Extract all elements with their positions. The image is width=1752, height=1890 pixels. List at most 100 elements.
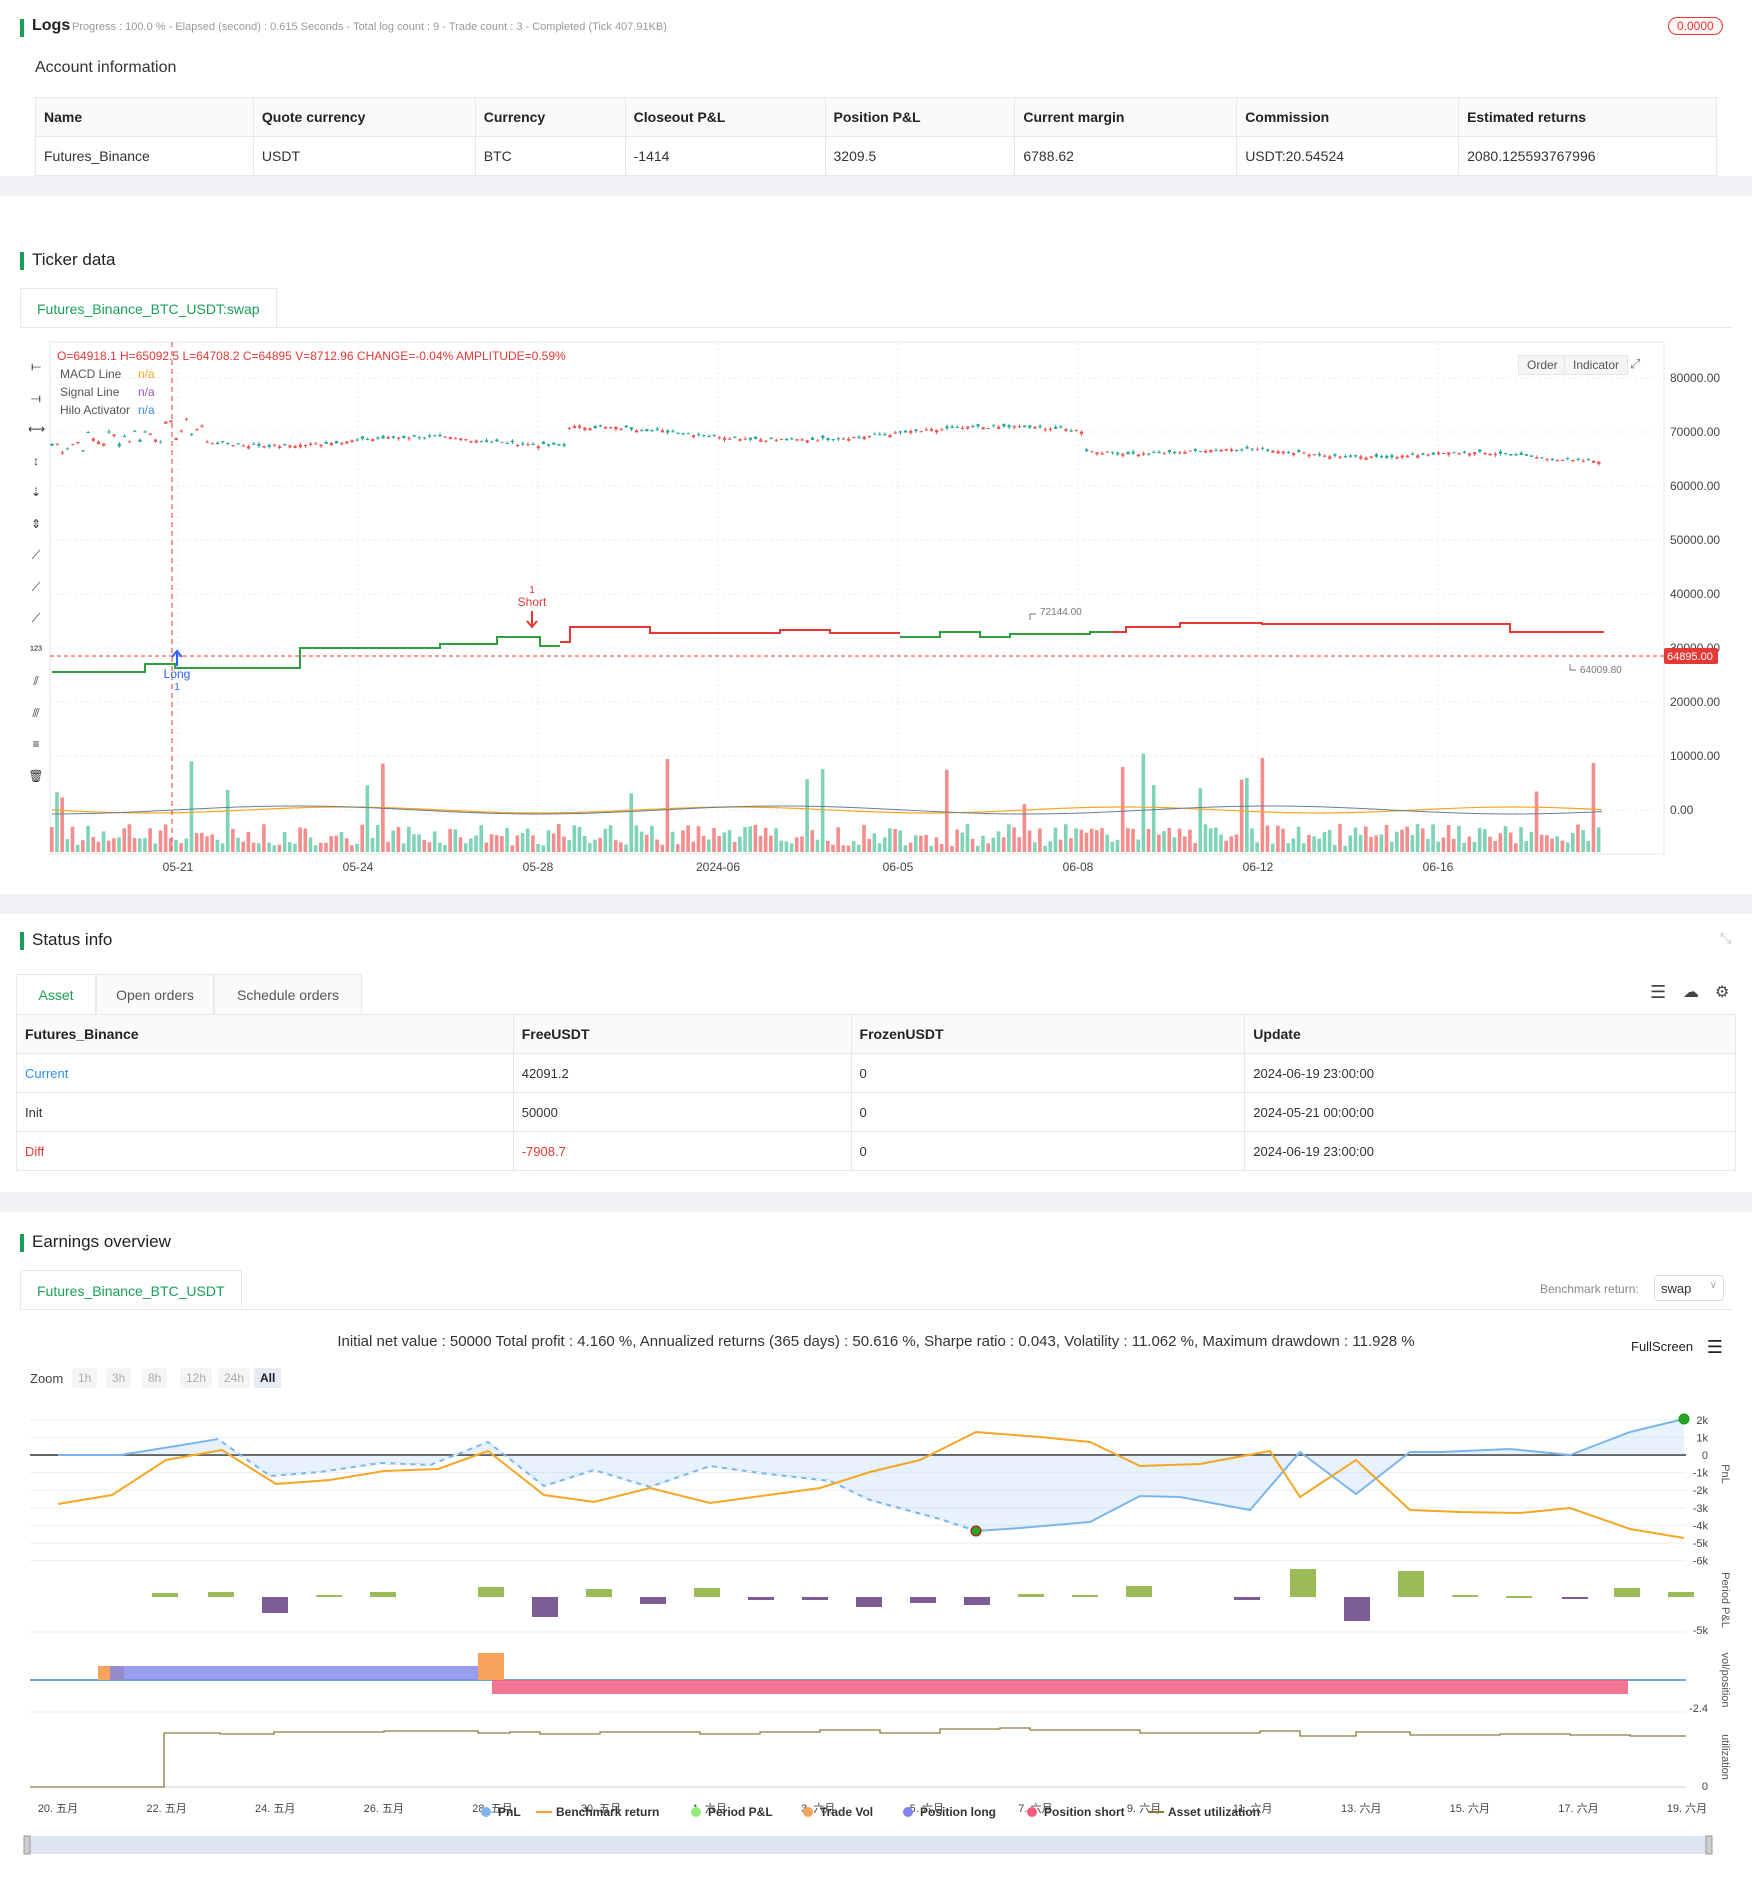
volume-bar (867, 838, 871, 852)
low-marker-tick (1569, 664, 1576, 671)
volume-bar (1239, 779, 1244, 852)
volume-bar (262, 824, 266, 852)
candle-body (1079, 431, 1084, 435)
gear-icon[interactable]: ⚙ (1715, 982, 1729, 1002)
expand-icon[interactable]: ⤢ (1630, 356, 1640, 372)
navigator-handle-right[interactable] (1705, 1835, 1713, 1855)
candle-body (402, 435, 406, 438)
indicator-button[interactable]: Indicator (1564, 355, 1629, 375)
candle-body (1266, 449, 1270, 451)
candle-body (71, 444, 75, 446)
volume-bar (298, 827, 302, 852)
volume-bar (143, 838, 147, 852)
candle-body (495, 439, 499, 442)
candle-body (764, 440, 768, 442)
period-tick-label: -5k (1693, 1625, 1709, 1637)
period-pnl-bar (316, 1595, 342, 1597)
volume-bar (303, 828, 308, 852)
volume-bar (1151, 785, 1156, 852)
list-icon[interactable]: ☰ (1650, 982, 1666, 1003)
candle-body (391, 436, 396, 438)
period-pnl-bar (478, 1587, 504, 1597)
pnl-tick-label: -1k (1693, 1468, 1709, 1480)
volume-bar (370, 838, 375, 852)
candle-body (1452, 452, 1456, 454)
legend-label: Asset utilization (1168, 1805, 1260, 1819)
volume-bar (1188, 829, 1192, 852)
status-panel: Status info ⤡ Asset Open orders Schedule o… (0, 914, 1752, 1192)
tab-schedule-orders[interactable]: Schedule orders (214, 974, 362, 1014)
tab-asset[interactable]: Asset (16, 974, 96, 1014)
account-table: Name Quote currency Currency Closeout P&L Po… (35, 97, 1717, 176)
candle-body (303, 444, 308, 447)
cloud-icon[interactable]: ☁ (1683, 982, 1699, 1002)
pnl-tick-label: -6k (1693, 1556, 1709, 1568)
candle-body (572, 426, 577, 429)
volume-bar (463, 843, 468, 852)
tab-open-orders[interactable]: Open orders (96, 974, 214, 1014)
candle-body (1493, 453, 1497, 455)
x-tick-label: 9. 六月 (1127, 1802, 1161, 1815)
candle-body (371, 439, 375, 441)
y-tick-label: 20000.00 (1670, 695, 1720, 709)
candle-body (1022, 425, 1027, 428)
volume-bar (758, 835, 763, 852)
candle-body (541, 441, 546, 445)
volume-bar (525, 828, 530, 852)
candle-body (966, 426, 970, 429)
volume-bar (500, 835, 504, 852)
volume-bar (593, 839, 597, 852)
candle-body (1059, 426, 1063, 428)
candle-body (1333, 454, 1337, 456)
order-button[interactable]: Order (1518, 355, 1567, 375)
volume-bar (536, 844, 540, 852)
pnl-tick-label: 0 (1702, 1450, 1708, 1462)
period-pnl-bar (1234, 1597, 1260, 1600)
candle-body (1504, 453, 1508, 455)
volume-bar (1596, 827, 1601, 852)
navigator-handle-left[interactable] (23, 1835, 31, 1855)
volume-bar (727, 830, 732, 852)
candle-body (1390, 455, 1394, 458)
asset-cell: 50000 (512, 1092, 852, 1132)
candle-body (769, 437, 773, 439)
volume-bar (1219, 834, 1223, 852)
volume-bar (1286, 843, 1291, 852)
candle-body (459, 438, 463, 441)
legend-item: Hilo Activator n/a (60, 403, 155, 417)
volume-bar (779, 840, 784, 852)
volume-bar (1074, 828, 1078, 852)
candle-body (697, 433, 701, 435)
volume-bar (1203, 824, 1208, 852)
collapse-icon[interactable]: ⤡ (1720, 930, 1731, 947)
volume-bar (1110, 841, 1115, 852)
volume-bar (1126, 828, 1130, 852)
candle-body (438, 434, 442, 437)
axis-name-1: Period P&L (1719, 1572, 1731, 1628)
candle-body (872, 433, 877, 435)
volume-bar (365, 785, 370, 852)
volume-bar (148, 828, 152, 852)
volume-bar (386, 841, 390, 852)
volume-bar (851, 841, 856, 852)
period-pnl-bar (1126, 1586, 1152, 1597)
volume-bar (1420, 828, 1425, 852)
candle-body (262, 446, 266, 448)
candle-body (640, 430, 644, 432)
candle-body (376, 437, 380, 439)
candle-body (1152, 451, 1156, 453)
x-tick-label: 2024-06 (696, 860, 740, 874)
volume-bar (944, 769, 949, 852)
volume-bar (308, 837, 313, 852)
candle-body (1307, 454, 1311, 457)
volume-bar (422, 840, 427, 852)
candle-body (841, 438, 846, 440)
volume-bar (1555, 836, 1560, 852)
x-tick-label: 05-24 (343, 860, 374, 874)
volume-bar (1157, 834, 1161, 852)
volume-bar (841, 845, 846, 852)
candle-body (1198, 451, 1203, 453)
logs-panel: Logs Progress : 100.0 % - Elapsed (secon… (0, 0, 1752, 176)
navigator-track[interactable] (30, 1836, 1712, 1854)
x-tick-label: 05-28 (523, 860, 554, 874)
